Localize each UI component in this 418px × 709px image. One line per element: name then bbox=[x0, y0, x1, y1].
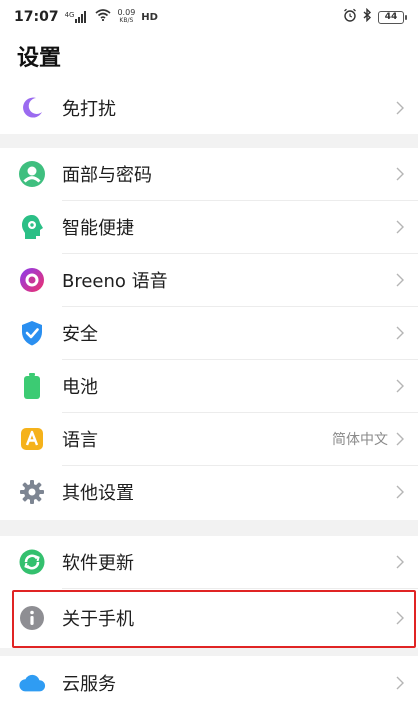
row-about-phone[interactable]: 关于手机 bbox=[0, 592, 418, 644]
row-battery[interactable]: 电池 bbox=[0, 360, 418, 412]
cell-signal-icon: 4G bbox=[65, 11, 90, 23]
row-label: 安全 bbox=[62, 324, 98, 345]
battery-icon bbox=[18, 372, 46, 400]
row-label: 云服务 bbox=[62, 674, 116, 695]
row-breeno-voice[interactable]: Breeno 语音 bbox=[0, 254, 418, 306]
section-gap bbox=[0, 134, 418, 148]
row-label: 语言 bbox=[62, 430, 98, 451]
chevron-right-icon bbox=[394, 484, 406, 500]
network-speed: 0.09 KB/S bbox=[117, 9, 135, 25]
row-label: 免打扰 bbox=[62, 99, 116, 120]
chevron-right-icon bbox=[394, 272, 406, 288]
row-label: 关于手机 bbox=[62, 609, 134, 630]
row-label: 面部与密码 bbox=[62, 165, 152, 186]
cloud-icon bbox=[18, 669, 46, 697]
battery-indicator: 44 bbox=[378, 10, 407, 24]
settings-screen: 17:07 4G 0.09 KB/S HD 44 设置 免打扰 面部与密码 智能… bbox=[0, 0, 418, 709]
smart-head-icon bbox=[18, 213, 46, 241]
row-cloud-service[interactable]: 云服务 bbox=[0, 657, 418, 709]
row-label: 智能便捷 bbox=[62, 218, 134, 239]
chevron-right-icon bbox=[394, 166, 406, 182]
bluetooth-icon bbox=[363, 7, 372, 26]
section-gap bbox=[0, 648, 418, 656]
network-type-label: 4G bbox=[64, 11, 75, 19]
row-divider bbox=[62, 588, 418, 589]
row-do-not-disturb[interactable]: 免打扰 bbox=[0, 82, 418, 134]
wifi-icon bbox=[95, 9, 111, 25]
net-speed-unit: KB/S bbox=[119, 17, 134, 24]
status-time: 17:07 bbox=[14, 9, 59, 25]
chevron-right-icon bbox=[394, 554, 406, 570]
hd-indicator: HD bbox=[141, 11, 158, 23]
page-title: 设置 bbox=[17, 46, 62, 71]
row-label: 软件更新 bbox=[62, 553, 134, 574]
gear-icon bbox=[18, 478, 46, 506]
row-security[interactable]: 安全 bbox=[0, 307, 418, 359]
breeno-icon bbox=[18, 266, 46, 294]
status-bar: 17:07 4G 0.09 KB/S HD 44 bbox=[0, 0, 418, 34]
net-speed-value: 0.09 bbox=[117, 8, 136, 17]
row-label: Breeno 语音 bbox=[62, 271, 168, 292]
chevron-right-icon bbox=[394, 100, 406, 116]
row-software-update[interactable]: 软件更新 bbox=[0, 536, 418, 588]
row-label: 电池 bbox=[62, 377, 98, 398]
chevron-right-icon bbox=[394, 675, 406, 691]
info-icon bbox=[18, 604, 46, 632]
chevron-right-icon bbox=[394, 219, 406, 235]
status-left: 17:07 4G 0.09 KB/S HD bbox=[14, 9, 158, 26]
moon-icon bbox=[18, 94, 46, 122]
section-gap bbox=[0, 520, 418, 536]
update-icon bbox=[18, 548, 46, 576]
chevron-right-icon bbox=[394, 378, 406, 394]
row-label: 其他设置 bbox=[62, 483, 134, 504]
chevron-right-icon bbox=[394, 325, 406, 341]
language-icon bbox=[18, 425, 46, 453]
shield-check-icon bbox=[18, 319, 46, 347]
row-smart-convenience[interactable]: 智能便捷 bbox=[0, 201, 418, 253]
language-value: 简体中文 bbox=[332, 432, 388, 448]
status-right: 44 bbox=[343, 7, 407, 26]
chevron-right-icon bbox=[394, 610, 406, 626]
face-user-icon bbox=[18, 160, 46, 188]
row-other-settings[interactable]: 其他设置 bbox=[0, 466, 418, 518]
chevron-right-icon bbox=[394, 431, 406, 447]
row-language[interactable]: 语言 简体中文 bbox=[0, 413, 418, 465]
alarm-icon bbox=[343, 8, 357, 26]
row-face-password[interactable]: 面部与密码 bbox=[0, 148, 418, 200]
